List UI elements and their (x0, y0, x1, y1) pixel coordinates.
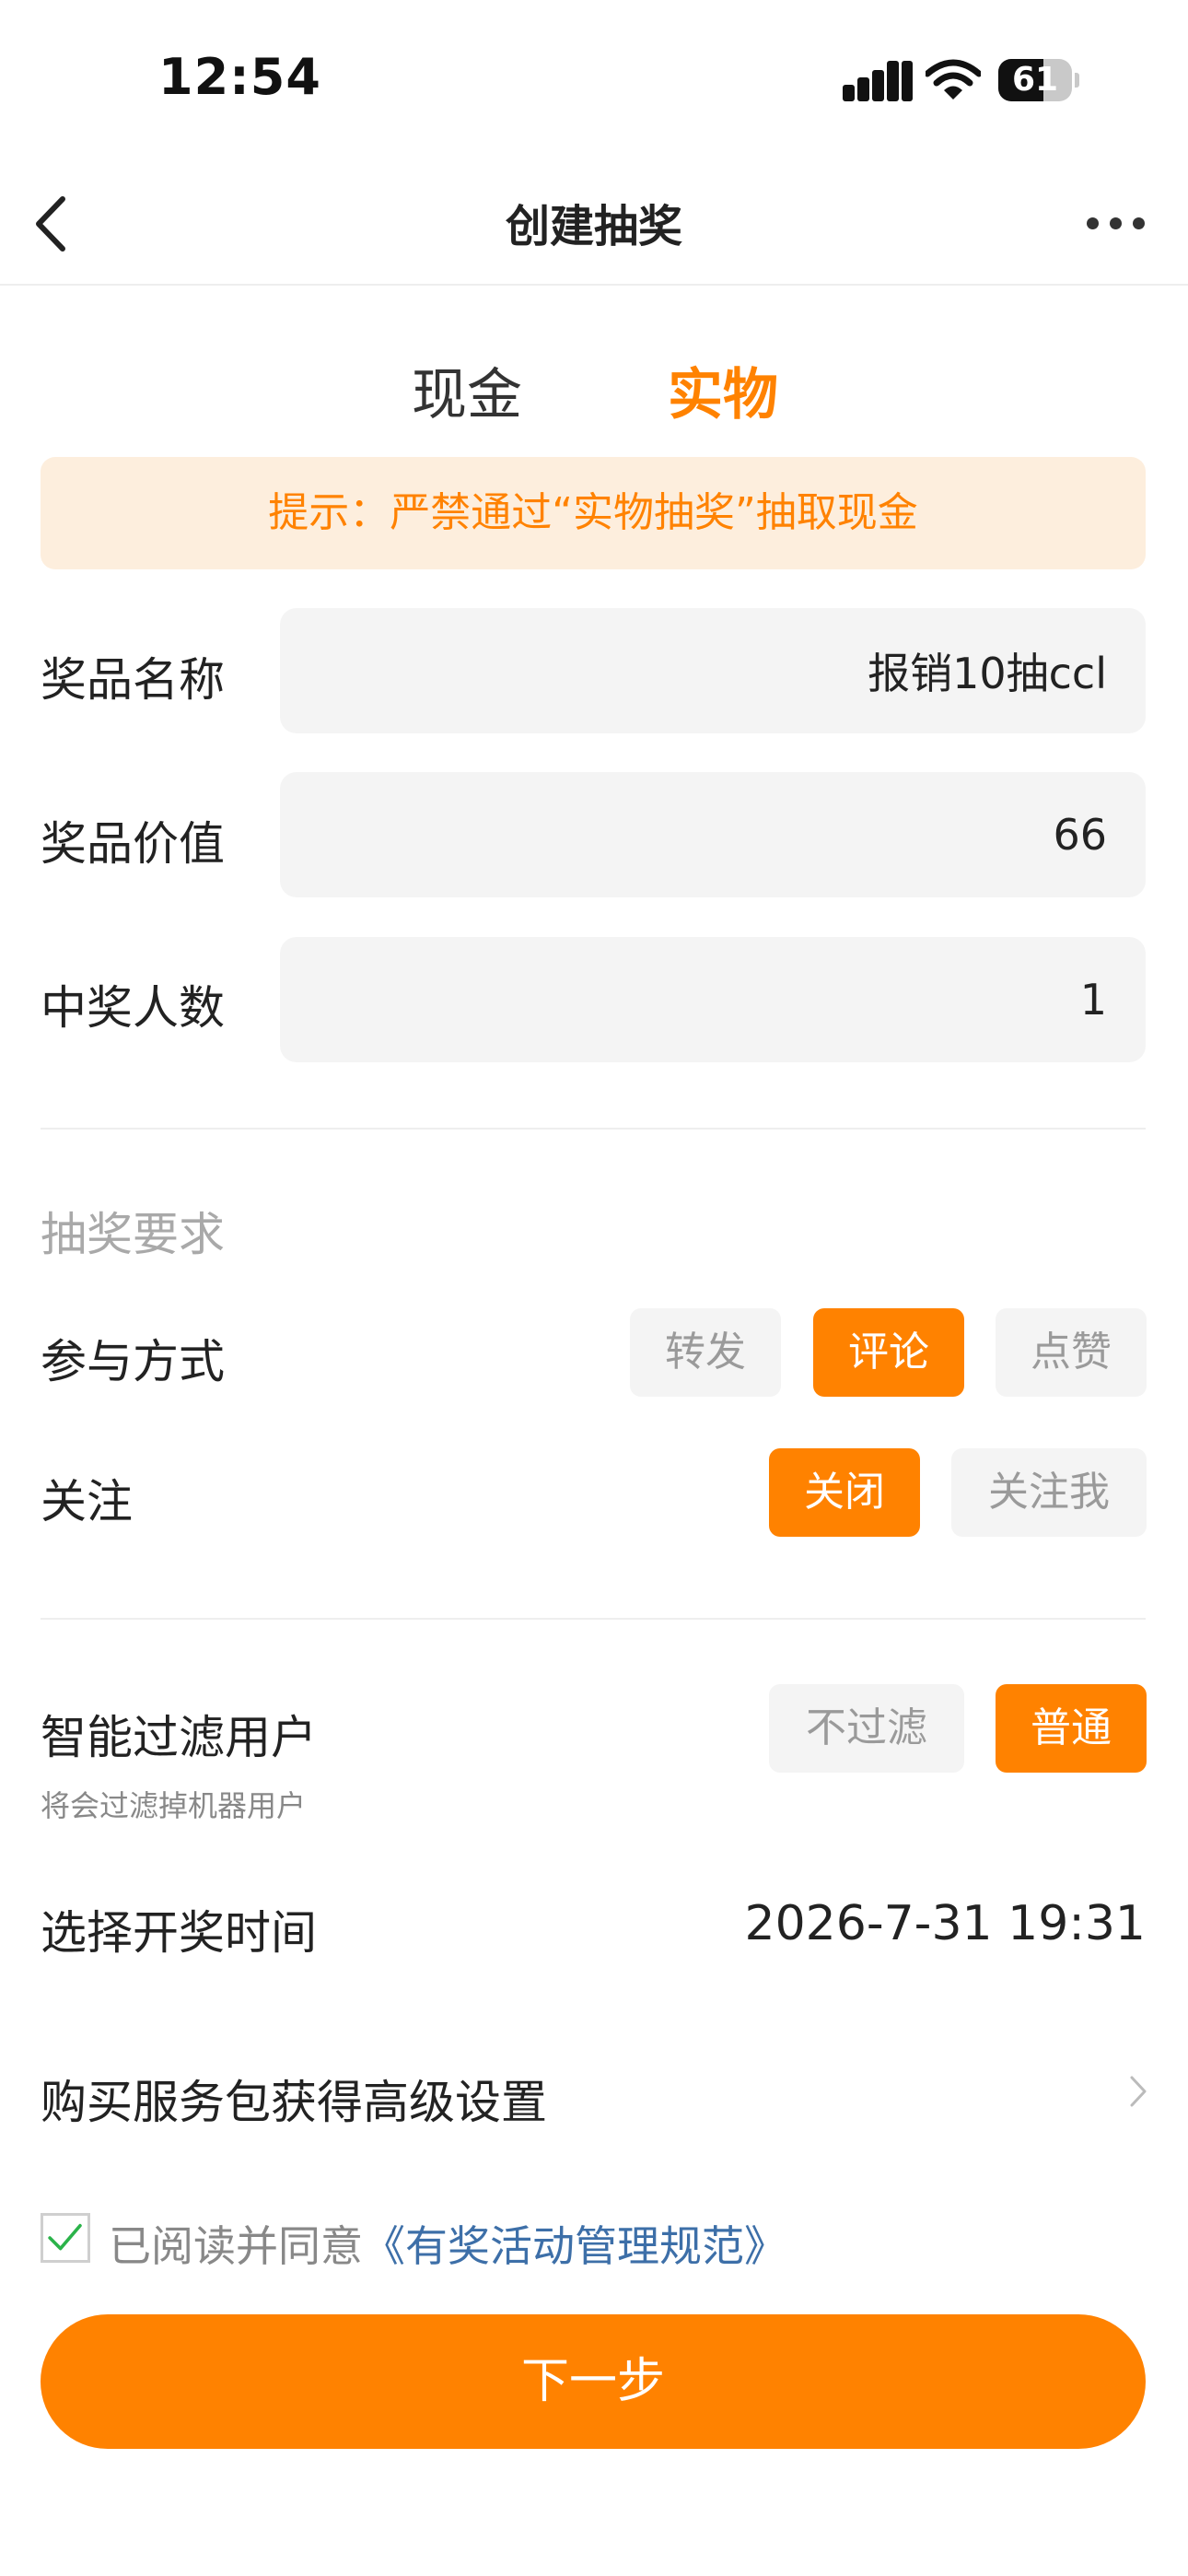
smart-filter-hint: 将会过滤掉机器用户 (41, 1788, 307, 1823)
participation-option-like[interactable]: 点赞 (996, 1308, 1147, 1397)
prize-name-field[interactable] (280, 608, 1146, 733)
smart-filter-label: 智能过滤用户 (41, 1711, 317, 1764)
agreement-checkbox[interactable] (41, 2213, 90, 2263)
prize-name-input[interactable] (280, 608, 1146, 733)
section-divider (41, 1128, 1146, 1130)
tip-banner: 提示：严禁通过“实物抽奖”抽取现金 (41, 457, 1146, 569)
next-button[interactable]: 下一步 (41, 2314, 1146, 2449)
cellular-signal-icon (843, 61, 914, 101)
participation-option-comment[interactable]: 评论 (813, 1308, 964, 1397)
draw-time-value[interactable]: 2026-7-31 19:31 (745, 1896, 1147, 1951)
tab-physical[interactable]: 实物 (668, 350, 778, 430)
filter-option-normal[interactable]: 普通 (996, 1684, 1147, 1773)
participation-option-repost[interactable]: 转发 (630, 1308, 781, 1397)
section-divider (41, 1618, 1146, 1620)
follow-option-follow-me[interactable]: 关注我 (951, 1448, 1147, 1537)
prize-value-field[interactable] (280, 772, 1146, 897)
requirements-title: 抽奖要求 (41, 1208, 225, 1261)
nav-divider (0, 284, 1188, 286)
agreement-prefix: 已阅读并同意 (109, 2221, 363, 2271)
battery-icon: 61 (998, 59, 1079, 101)
winner-count-input[interactable] (280, 937, 1146, 1062)
wifi-icon (926, 59, 981, 100)
status-time: 12:54 (158, 48, 321, 106)
winner-count-label: 中奖人数 (41, 981, 225, 1035)
chevron-right-icon (1130, 2076, 1147, 2107)
more-options-icon[interactable] (1087, 217, 1146, 230)
tip-text: 提示：严禁通过“实物抽奖”抽取现金 (268, 489, 918, 536)
tab-cash[interactable]: 现金 (412, 350, 522, 430)
agreement-link[interactable]: 《有奖活动管理规范》 (363, 2221, 786, 2271)
prize-value-input[interactable] (280, 772, 1146, 897)
draw-time-label[interactable]: 选择开奖时间 (41, 1896, 317, 1962)
follow-option-off[interactable]: 关闭 (769, 1448, 920, 1537)
prize-name-label: 奖品名称 (41, 653, 225, 707)
participation-label: 参与方式 (41, 1335, 225, 1388)
follow-label: 关注 (41, 1475, 133, 1528)
winner-count-field[interactable] (280, 937, 1146, 1062)
page-title: 创建抽奖 (505, 201, 682, 252)
agreement-text: 已阅读并同意《有奖活动管理规范》 (109, 2213, 786, 2274)
advanced-settings-link[interactable]: 购买服务包获得高级设置 (41, 2066, 547, 2132)
checkmark-icon (48, 2223, 82, 2251)
filter-option-none[interactable]: 不过滤 (769, 1684, 964, 1773)
battery-level: 61 (1011, 61, 1059, 99)
prize-value-label: 奖品价值 (41, 817, 225, 871)
